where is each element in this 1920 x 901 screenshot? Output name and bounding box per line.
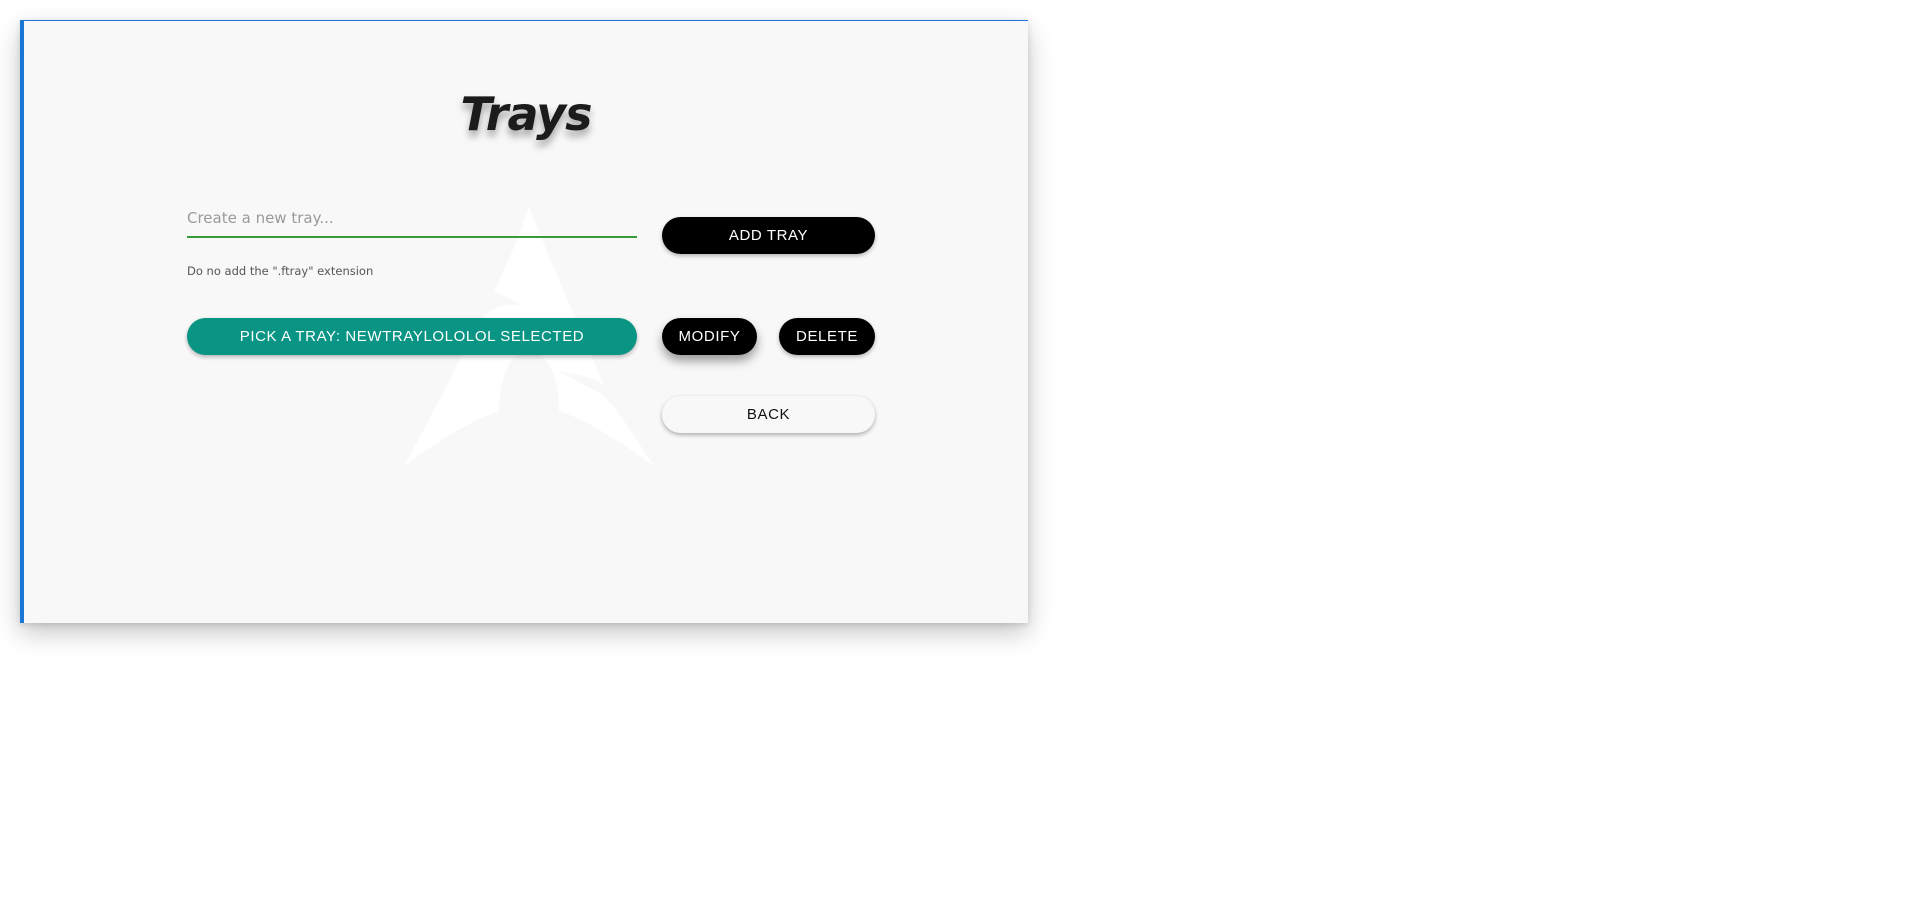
extension-hint: Do no add the ".ftray" extension [187, 264, 374, 278]
pick-tray-button[interactable]: PICK A TRAY: NEWTRAYLOLOLOL SELECTED [187, 318, 637, 355]
add-tray-button[interactable]: ADD TRAY [662, 217, 875, 254]
new-tray-input[interactable] [187, 203, 637, 238]
modify-button[interactable]: MODIFY [662, 318, 757, 355]
delete-button[interactable]: DELETE [779, 318, 875, 355]
page-title: Trays [460, 87, 592, 141]
trays-window: Trays Do no add the ".ftray" extension A… [20, 20, 1028, 623]
back-button[interactable]: BACK [662, 396, 875, 433]
new-tray-field [187, 203, 637, 238]
